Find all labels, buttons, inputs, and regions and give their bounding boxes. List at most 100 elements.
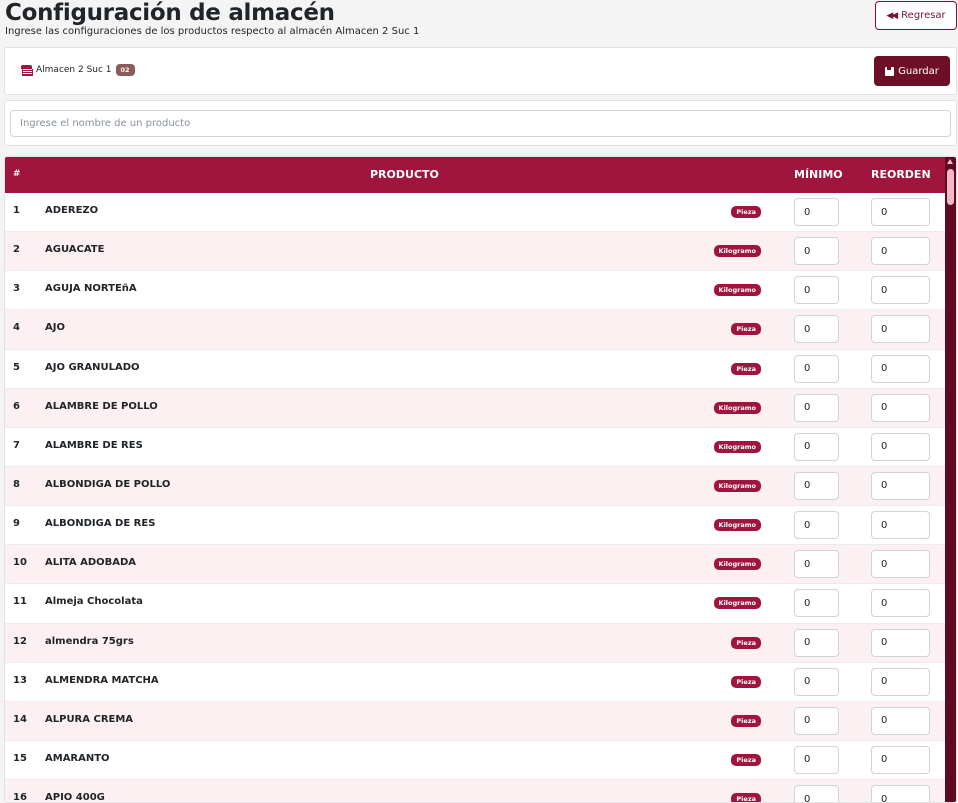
header-product: PRODUCTO [370, 168, 439, 181]
back-button[interactable]: ◀◀ Regresar [875, 1, 957, 30]
scroll-thumb[interactable] [947, 169, 954, 205]
unit-badge: Pieza [731, 793, 761, 802]
min-input[interactable] [794, 354, 839, 383]
warehouse-label: Almacen 2 Suc 1 02 [21, 64, 135, 76]
min-input[interactable] [794, 198, 839, 226]
unit-badge: Pieza [731, 323, 761, 336]
reorder-input[interactable] [871, 785, 930, 802]
back-button-label: Regresar [901, 10, 946, 21]
product-name: AGUJA NORTEñA [45, 283, 137, 295]
unit-badge: Pieza [731, 206, 761, 218]
unit-badge: Kilogramo [713, 401, 761, 414]
warehouse-icon [21, 65, 33, 76]
reorder-input[interactable] [871, 628, 930, 657]
unit-badge: Kilogramo [713, 597, 761, 610]
table-body: 1 ADEREZO Pieza 2 AGUACATE Kilogramo 3 AGUJA NO… [5, 193, 946, 803]
table-row: 10 ALITA ADOBADA Kilogramo [5, 545, 946, 585]
min-input[interactable] [794, 237, 839, 266]
unit-badge: Pieza [731, 753, 761, 766]
reorder-input[interactable] [871, 706, 930, 735]
reorder-input[interactable] [871, 354, 930, 383]
reorder-input[interactable] [871, 237, 930, 266]
unit-badge: Pieza [731, 675, 761, 688]
search-card [4, 100, 957, 146]
warehouse-name: Almacen 2 Suc 1 [36, 65, 112, 75]
unit-badge: Kilogramo [713, 440, 761, 453]
min-input[interactable] [794, 511, 839, 540]
product-name: AGUACATE [45, 244, 105, 256]
row-number: 14 [13, 713, 27, 725]
row-number: 2 [13, 244, 20, 256]
min-input[interactable] [794, 432, 839, 461]
reorder-input[interactable] [871, 471, 930, 500]
product-name: Almeja Chocolata [45, 596, 143, 608]
row-number: 16 [13, 792, 27, 803]
row-number: 4 [13, 322, 20, 334]
product-name: AMARANTO [45, 752, 110, 764]
table-row: 11 Almeja Chocolata Kilogramo [5, 584, 946, 624]
reorder-input[interactable] [871, 198, 930, 226]
reorder-input[interactable] [871, 745, 930, 774]
table-row: 2 AGUACATE Kilogramo [5, 232, 946, 272]
backward-icon: ◀◀ [886, 10, 898, 21]
unit-badge: Kilogramo [713, 558, 761, 571]
min-input[interactable] [794, 393, 839, 422]
save-icon [885, 66, 895, 76]
header-num: # [13, 169, 21, 179]
min-input[interactable] [794, 706, 839, 735]
unit-badge: Pieza [731, 636, 761, 649]
page-title: Configuración de almacén [5, 0, 335, 26]
page-subtitle: Ingrese las configuraciones de los produ… [5, 26, 420, 37]
min-input[interactable] [794, 589, 839, 618]
table-row: 8 ALBONDIGA DE POLLO Kilogramo [5, 466, 946, 507]
page-header: Configuración de almacén Ingrese las con… [0, 0, 958, 42]
table-scrollbar[interactable] [945, 157, 956, 802]
min-input[interactable] [794, 785, 839, 802]
product-name: ALBONDIGA DE POLLO [45, 478, 171, 490]
table-header: # PRODUCTO MÍNIMO REORDEN [5, 157, 946, 193]
product-name: AJO GRANULADO [45, 361, 140, 373]
reorder-input[interactable] [871, 315, 930, 344]
product-name: AJO [45, 322, 65, 334]
header-min: MÍNIMO [794, 168, 843, 181]
table-row: 13 ALMENDRA MATCHA Pieza [5, 662, 946, 702]
product-name: ALAMBRE DE RES [45, 439, 143, 451]
row-number: 1 [13, 205, 20, 216]
table-row: 12 almendra 75grs Pieza [5, 623, 946, 663]
unit-badge: Pieza [731, 362, 761, 375]
reorder-input[interactable] [871, 589, 930, 618]
table-row: 1 ADEREZO Pieza [5, 193, 946, 233]
unit-badge: Kilogramo [713, 479, 761, 492]
unit-badge: Kilogramo [713, 284, 761, 297]
reorder-input[interactable] [871, 667, 930, 696]
table-row: 6 ALAMBRE DE POLLO Kilogramo [5, 388, 946, 428]
row-number: 12 [13, 635, 27, 647]
row-number: 6 [13, 400, 20, 412]
min-input[interactable] [794, 628, 839, 657]
product-search-input[interactable] [10, 110, 951, 137]
min-input[interactable] [794, 550, 839, 579]
warehouse-badge: 02 [115, 64, 135, 76]
product-name: APIO 400G [45, 792, 105, 803]
min-input[interactable] [794, 471, 839, 500]
table-row: 3 AGUJA NORTEñA Kilogramo [5, 271, 946, 311]
reorder-input[interactable] [871, 511, 930, 540]
reorder-input[interactable] [871, 432, 930, 461]
row-number: 11 [13, 596, 27, 608]
scroll-up-arrow-icon[interactable] [947, 159, 953, 164]
product-name: ALAMBRE DE POLLO [45, 400, 158, 412]
row-number: 5 [13, 361, 20, 373]
row-number: 7 [13, 439, 20, 451]
save-button[interactable]: Guardar [874, 56, 950, 86]
min-input[interactable] [794, 276, 839, 305]
min-input[interactable] [794, 315, 839, 344]
min-input[interactable] [794, 667, 839, 696]
header-reorder: REORDEN [871, 168, 931, 181]
unit-badge: Kilogramo [713, 519, 761, 532]
reorder-input[interactable] [871, 550, 930, 579]
reorder-input[interactable] [871, 276, 930, 305]
row-number: 13 [13, 674, 27, 686]
reorder-input[interactable] [871, 393, 930, 422]
min-input[interactable] [794, 745, 839, 774]
table-row: 15 AMARANTO Pieza [5, 740, 946, 781]
